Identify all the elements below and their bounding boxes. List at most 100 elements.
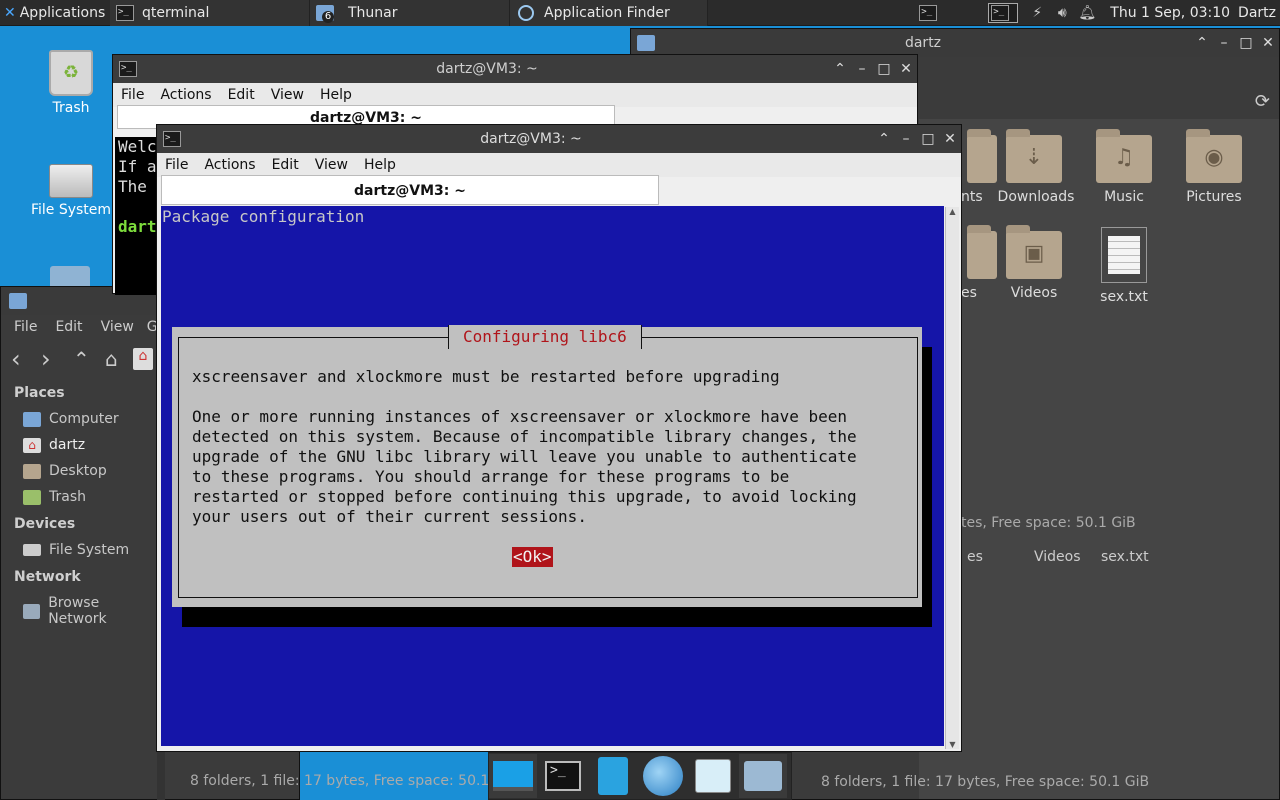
clock[interactable]: Thu 1 Sep, 03:10 [1100, 0, 1238, 26]
sidebar-item-trash[interactable]: Trash [23, 489, 86, 505]
file-manager-icon: 6 [316, 4, 334, 23]
notifications-button[interactable]: 🔔︎ [1074, 0, 1100, 26]
restore-button[interactable]: – [895, 131, 917, 147]
sidebar-item-file-system[interactable]: File System [23, 542, 129, 558]
sidebar-item-browse-network[interactable]: Browse Network [23, 595, 157, 627]
applications-menu-button[interactable]: ✕ Applications ⋮ [0, 0, 110, 26]
menu-edit[interactable]: Edit [220, 87, 263, 103]
close-button[interactable]: ✕ [895, 61, 917, 77]
desktop-icon-trash[interactable]: ♻ Trash [26, 50, 116, 116]
text-file-icon [1101, 227, 1147, 283]
magnifier-icon [518, 4, 534, 21]
file-sex-txt[interactable]: sex.txt [1089, 227, 1159, 305]
home-folder-icon[interactable] [50, 266, 90, 286]
app-finder-icon [695, 759, 731, 793]
dock-folder[interactable] [739, 754, 787, 798]
task-qterminal[interactable]: >_ qterminal [110, 0, 310, 26]
location-bar[interactable]: ⟳ [921, 91, 1276, 112]
file-manager-icon [598, 757, 628, 795]
menu-help[interactable]: Help [356, 157, 404, 173]
sidebar: Places Computer ⌂ dartz Desktop Trash De… [1, 381, 157, 800]
scroll-down-icon[interactable]: ▼ [946, 740, 959, 749]
menu-edit[interactable]: Edit [46, 319, 91, 335]
minimize-button[interactable]: ⌃ [873, 131, 895, 147]
up-arrow-icon[interactable]: ⌃ [73, 347, 105, 371]
sidebar-item-dartz[interactable]: ⌂ dartz [23, 437, 85, 453]
maximize-button[interactable]: □ [873, 61, 895, 77]
task-app-finder[interactable]: Application Finder [510, 0, 708, 26]
workspace-switcher[interactable]: >_ [988, 0, 1024, 26]
minimize-button[interactable]: ⌃ [1191, 35, 1213, 51]
terminal-titlebar: >_ dartz@VM3: ~ ⌃ – □ ✕ [113, 55, 917, 83]
folder-downloads[interactable]: ⇣ Downloads [998, 129, 1074, 205]
folder-videos[interactable]: ▣ Videos [999, 225, 1069, 301]
task-thunar[interactable]: 6 Thunar [310, 0, 510, 26]
menu-help[interactable]: Help [312, 87, 360, 103]
terminal-scrollbar[interactable]: ▲ ▼ [945, 207, 959, 749]
status-bar-left: 8 folders, 1 file: 17 bytes, Free space:… [190, 773, 519, 789]
minimize-button[interactable]: ⌃ [829, 61, 851, 77]
tab-terminal[interactable]: dartz@VM3: ~ [161, 175, 659, 205]
reload-icon[interactable]: ⟳ [1255, 91, 1270, 112]
computer-icon [23, 411, 41, 427]
dock-app-finder[interactable] [689, 754, 737, 798]
menu-view[interactable]: View [263, 87, 312, 103]
dock: >_ [488, 752, 792, 800]
desktop-icon-file-system[interactable]: File System [26, 160, 116, 218]
menu-file[interactable]: File [157, 157, 196, 173]
menu-view[interactable]: View [92, 319, 143, 335]
restore-button[interactable]: – [1213, 35, 1235, 51]
folder-pictures[interactable]: ◉ Pictures [1179, 129, 1249, 205]
back-arrow-icon[interactable]: ‹ [11, 345, 41, 373]
dock-show-desktop[interactable] [489, 754, 537, 798]
thunar-titlebar: dartz ⌃ – □ ✕ [631, 29, 1279, 57]
volume-button[interactable]: 🔊︎ [1050, 0, 1074, 26]
list-row[interactable]: es Videos sex.txt [919, 541, 1279, 571]
menu-view[interactable]: View [307, 157, 356, 173]
dock-file-manager[interactable] [589, 754, 637, 798]
home-icon[interactable]: ⌂ [105, 347, 133, 371]
window-title: dartz@VM3: ~ [436, 61, 538, 77]
user-menu[interactable]: Dartz [1238, 0, 1280, 26]
restore-button[interactable]: – [851, 61, 873, 77]
dock-terminal[interactable]: >_ [539, 754, 587, 798]
menu-file[interactable]: File [113, 87, 152, 103]
status-text-partial: tes, Free space: 50.1 GiB [961, 515, 1136, 531]
maximize-button[interactable]: □ [917, 131, 939, 147]
film-icon: ▣ [1023, 241, 1045, 266]
terminal-icon: >_ [119, 61, 137, 77]
task-label: Application Finder [544, 4, 670, 21]
music-note-icon: ♫ [1114, 145, 1134, 170]
sidebar-item-desktop[interactable]: Desktop [23, 463, 107, 479]
scroll-up-icon[interactable]: ▲ [946, 207, 959, 216]
home-location-button[interactable]: ⌂ [133, 348, 153, 370]
menu-edit[interactable]: Edit [264, 157, 307, 173]
terminal-icon: >_ [919, 4, 938, 21]
maximize-button[interactable]: □ [1235, 35, 1257, 51]
web-browser-icon [643, 756, 683, 796]
window-title: dartz [904, 35, 942, 51]
folder-label: Music [1104, 189, 1144, 205]
menu-actions[interactable]: Actions [152, 87, 219, 103]
trash-icon [23, 489, 41, 505]
drive-icon [49, 164, 93, 198]
folder-music[interactable]: ♫ Music [1089, 129, 1159, 205]
close-button[interactable]: ✕ [939, 131, 961, 147]
applications-menu-label: Applications [19, 4, 106, 21]
menu-file[interactable]: File [5, 319, 46, 335]
sidebar-heading-devices: Devices [14, 516, 76, 532]
dock-web-browser[interactable] [639, 754, 687, 798]
camera-icon: ◉ [1204, 145, 1224, 170]
ok-button[interactable]: <Ok> [512, 547, 553, 567]
forward-arrow-icon[interactable]: › [41, 345, 73, 373]
top-panel: ✕ Applications ⋮ >_ qterminal 6 Thunar A… [0, 0, 1280, 26]
workspace-icon: >_ [988, 2, 1019, 23]
file-manager-icon [637, 35, 655, 51]
terminal-launcher-button[interactable]: >_ [908, 0, 948, 26]
network-indicator[interactable]: ⚡ [1024, 0, 1050, 26]
close-button[interactable]: ✕ [1257, 35, 1279, 51]
sidebar-item-computer[interactable]: Computer [23, 411, 119, 427]
folder-label: Pictures [1186, 189, 1242, 205]
menu-actions[interactable]: Actions [196, 157, 263, 173]
file-view[interactable] [919, 119, 1279, 799]
